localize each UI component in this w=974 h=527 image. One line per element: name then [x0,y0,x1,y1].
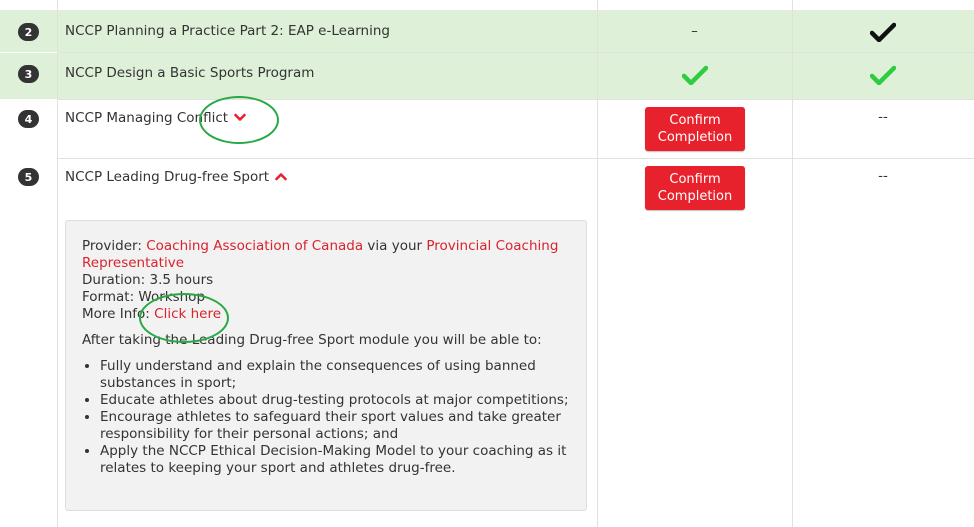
course-title-toggle[interactable]: NCCP Leading Drug-free Sport [65,169,287,185]
duration-text: Duration: 3.5 hours [82,272,214,288]
provider-link[interactable]: Coaching Association of Canada [146,238,363,254]
intro-text: After taking the Leading Drug-free Sport… [82,332,542,348]
more-info-line: More Info: Click here [82,306,570,323]
row-divider [57,158,974,159]
list-item: Educate athletes about drug-testing prot… [100,392,570,409]
status-dash: – [691,23,698,39]
row-number-badge: 5 [18,168,39,186]
row-number-badge: 2 [18,23,39,41]
chevron-down-icon[interactable] [234,110,246,126]
confirm-completion-button[interactable]: Confirm Completion [645,107,745,151]
button-label-line: Confirm [669,172,721,187]
row-divider [57,52,974,53]
chevron-up-icon[interactable] [275,169,287,185]
course-details-panel: Provider: Coaching Association of Canada… [65,220,587,511]
course-title: NCCP Planning a Practice Part 2: EAP e-L… [65,23,390,39]
button-label-line: Confirm [669,113,721,128]
green-check-icon [792,65,974,85]
status-dash: -- [878,168,888,184]
provider-line: Provider: Coaching Association of Canada… [82,238,570,272]
course-title-toggle[interactable]: NCCP Managing Conflict [65,110,246,126]
via-text: via your [363,238,427,254]
row-divider [57,99,974,100]
black-check-icon [792,22,974,42]
list-item: Fully understand and explain the consequ… [100,358,570,392]
row-number-badge: 3 [18,65,39,83]
list-item: Apply the NCCP Ethical Decision-Making M… [100,443,570,477]
status-dash: -- [878,109,888,125]
button-label-line: Completion [657,130,733,145]
course-title: NCCP Design a Basic Sports Program [65,65,315,81]
more-info-label: More Info: [82,306,155,322]
more-info-link[interactable]: Click here [154,306,221,322]
course-title: NCCP Managing Conflict [65,110,229,126]
column-divider [57,0,58,527]
confirm-completion-button[interactable]: Confirm Completion [645,166,745,210]
green-check-icon [597,65,792,85]
list-item: Encourage athletes to safeguard their sp… [100,409,570,443]
course-title: NCCP Leading Drug-free Sport [65,169,270,185]
row-number-badge: 4 [18,110,39,128]
format-text: Format: Workshop [82,289,206,305]
outcomes-list: Fully understand and explain the consequ… [82,358,570,477]
provider-label: Provider: [82,238,147,254]
button-label-line: Completion [657,189,733,204]
